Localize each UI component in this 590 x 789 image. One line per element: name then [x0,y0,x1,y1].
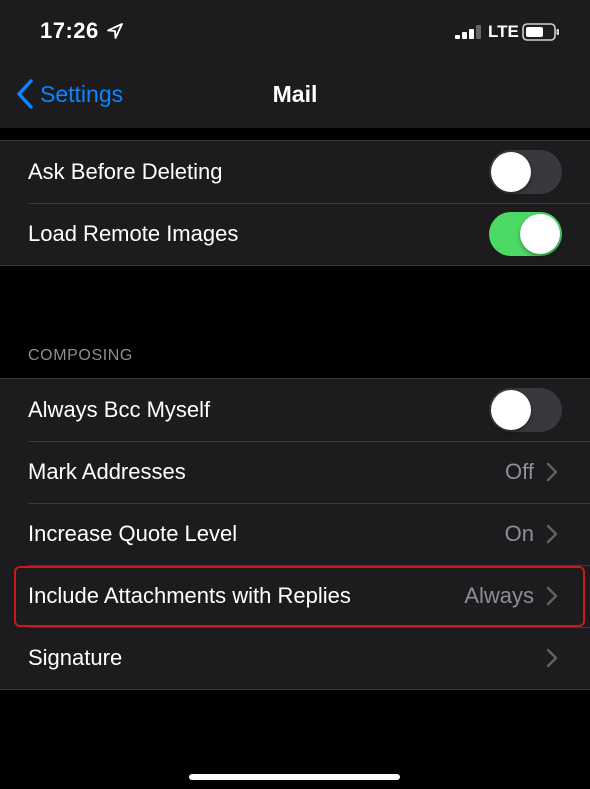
setting-label: Always Bcc Myself [28,397,211,422]
toggle-knob [520,214,560,254]
carrier-label: LTE [488,22,519,41]
always-bcc-myself-toggle[interactable] [489,388,562,432]
chevron-right-icon [546,462,558,482]
setting-row-increase-quote-level[interactable]: Increase Quote Level On [0,503,590,565]
setting-label: Mark Addresses [28,459,186,484]
setting-row-include-attachments-with-replies[interactable]: Include Attachments with Replies Always [0,565,590,627]
setting-value: Always [464,583,534,608]
page-title: Mail [272,81,318,107]
setting-label: Include Attachments with Replies [28,583,351,608]
setting-row-mark-addresses[interactable]: Mark Addresses Off [0,441,590,503]
chevron-right-icon [546,648,558,668]
ask-before-deleting-toggle[interactable] [489,150,562,194]
battery-icon [522,23,559,41]
setting-label: Increase Quote Level [28,521,238,546]
setting-row-signature[interactable]: Signature [0,627,590,689]
load-remote-images-toggle[interactable] [489,212,562,256]
setting-value: On [504,521,534,546]
status-time: 17:26 [40,18,99,43]
cellular-signal-icon [455,25,481,39]
chevron-right-icon [546,586,558,606]
navigation-bar: Settings Mail [0,62,590,128]
composing-settings-group: Always Bcc Myself Mark Addresses Off Inc… [0,378,590,690]
chevron-right-icon [546,524,558,544]
section-header-composing: COMPOSING [28,347,133,364]
toggle-knob [491,390,531,430]
status-bar: 17:26 LTE [0,0,590,62]
setting-row-always-bcc-myself: Always Bcc Myself [0,379,590,441]
mail-settings-screen: 17:26 LTE Settings Mail Ask Before Delet… [0,0,590,789]
setting-label: Ask Before Deleting [28,159,223,184]
setting-row-ask-before-deleting: Ask Before Deleting [0,141,590,203]
home-indicator[interactable] [189,774,400,780]
setting-label: Load Remote Images [28,221,239,246]
toggle-knob [491,152,531,192]
location-arrow-icon [107,23,123,39]
setting-label: Signature [28,645,123,670]
messages-settings-group: Ask Before Deleting Load Remote Images [0,140,590,266]
setting-row-load-remote-images: Load Remote Images [0,203,590,265]
setting-value: Off [505,459,534,484]
